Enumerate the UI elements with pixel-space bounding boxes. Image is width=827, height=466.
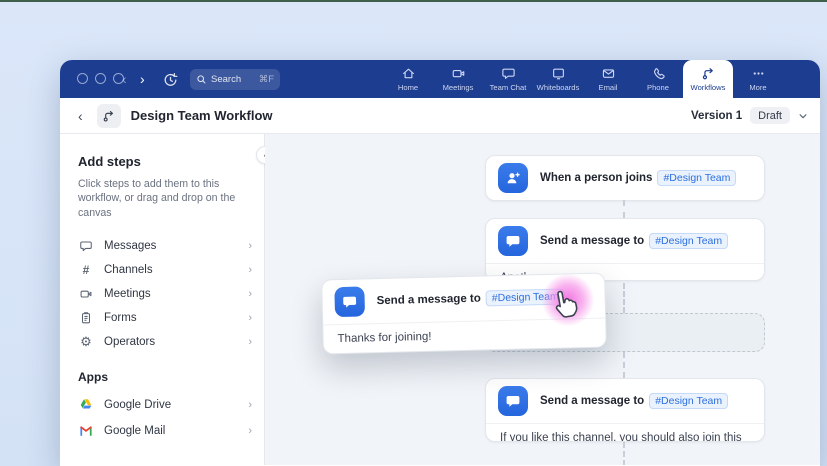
- whiteboard-icon: [551, 66, 566, 81]
- sidebar-item-google-drive[interactable]: Google Drive ›: [78, 392, 252, 418]
- chevron-right-icon: ›: [248, 425, 252, 437]
- chevron-right-icon: ›: [248, 240, 252, 252]
- more-ellipsis-icon: [751, 66, 766, 81]
- sidebar-item-google-mail[interactable]: Google Mail ›: [78, 418, 252, 444]
- nav-forward-button[interactable]: ›: [140, 69, 145, 89]
- operators-gear-icon: ⚙: [78, 335, 94, 348]
- chevron-right-icon: ›: [248, 312, 252, 324]
- workflow-back-button[interactable]: ‹: [78, 108, 83, 124]
- workflow-title: Design Team Workflow: [131, 108, 273, 123]
- workflow-body: Add steps Click steps to add them to thi…: [60, 134, 820, 465]
- connector-line: [623, 283, 625, 313]
- channel-pill: #Design Team: [649, 393, 728, 409]
- home-icon: [401, 66, 416, 81]
- workflow-header: ‹ Design Team Workflow Version 1 Draft: [60, 98, 820, 134]
- tab-whiteboards[interactable]: Whiteboards: [533, 60, 583, 98]
- tab-phone[interactable]: Phone: [633, 60, 683, 98]
- history-icon[interactable]: [162, 70, 180, 88]
- connector-line: [623, 352, 625, 378]
- sidebar-item-channels[interactable]: # Channels ›: [78, 258, 252, 282]
- step-text: Send a message to: [377, 293, 481, 308]
- tab-workflows[interactable]: Workflows: [683, 60, 733, 98]
- forms-clipboard-icon: [78, 311, 94, 325]
- version-chevron-down-icon[interactable]: [798, 111, 808, 121]
- zoom-app-window: ‹ › Search ⌘F: [60, 60, 820, 466]
- tab-meetings[interactable]: Meetings: [433, 60, 483, 98]
- chat-message-icon: [498, 226, 528, 256]
- sidebar-description: Click steps to add them to this workflow…: [78, 177, 250, 220]
- sidebar-item-operators[interactable]: ⚙ Operators ›: [78, 330, 252, 354]
- video-camera-icon: [451, 66, 466, 81]
- channel-pill: #Design Team: [657, 170, 736, 186]
- message-card-1[interactable]: Send a message to #Design Team Another m…: [485, 218, 765, 281]
- chevron-right-icon: ›: [248, 264, 252, 276]
- person-join-icon: [498, 163, 528, 193]
- trigger-card[interactable]: When a person joins #Design Team: [485, 155, 765, 201]
- meetings-camera-icon: [78, 287, 94, 301]
- app-topbar: ‹ › Search ⌘F: [60, 60, 820, 98]
- sidebar-item-meetings[interactable]: Meetings ›: [78, 282, 252, 306]
- add-steps-sidebar: Add steps Click steps to add them to thi…: [60, 134, 265, 465]
- workflow-icon: [701, 66, 716, 81]
- envelope-icon: [601, 66, 616, 81]
- chevron-right-icon: ›: [248, 399, 252, 411]
- google-mail-icon: [78, 424, 94, 437]
- apps-heading: Apps: [78, 370, 252, 384]
- phone-icon: [651, 66, 666, 81]
- message-card-2[interactable]: Send a message to #Design Team If you li…: [485, 378, 765, 442]
- connector-line: [623, 200, 625, 218]
- channels-hash-icon: #: [78, 263, 94, 277]
- workflow-canvas[interactable]: When a person joins #Design Team: [265, 134, 820, 465]
- tab-more[interactable]: More: [733, 60, 783, 98]
- messages-icon: [78, 239, 94, 253]
- version-label: Version 1: [691, 110, 742, 122]
- workflow-type-icon: [97, 104, 121, 128]
- nav-back-button[interactable]: ‹: [122, 69, 127, 89]
- search-shortcut: ⌘F: [259, 74, 274, 85]
- screen-top-edge: [0, 0, 827, 2]
- search-input[interactable]: Search ⌘F: [190, 69, 280, 90]
- sidebar-heading: Add steps: [78, 154, 252, 169]
- step-text: Send a message to: [540, 235, 644, 247]
- chevron-right-icon: ›: [248, 288, 252, 300]
- window-minimize-button[interactable]: [95, 73, 106, 84]
- search-icon: [196, 74, 207, 85]
- search-placeholder: Search: [211, 74, 241, 85]
- channel-pill: #Design Team: [649, 233, 728, 249]
- chat-bubble-icon: [501, 66, 516, 81]
- chat-message-icon: [334, 286, 365, 317]
- sidebar-item-forms[interactable]: Forms ›: [78, 306, 252, 330]
- tab-home[interactable]: Home: [383, 60, 433, 98]
- version-controls: Version 1 Draft: [691, 98, 808, 133]
- status-badge[interactable]: Draft: [750, 107, 790, 124]
- message-body: Thanks for joining!: [323, 319, 606, 354]
- tab-team-chat[interactable]: Team Chat: [483, 60, 533, 98]
- tab-email[interactable]: Email: [583, 60, 633, 98]
- main-nav-tabs: Home Meetings Team Chat: [383, 60, 783, 98]
- window-controls: [77, 73, 124, 84]
- sidebar-item-messages[interactable]: Messages ›: [78, 234, 252, 258]
- window-close-button[interactable]: [77, 73, 88, 84]
- channel-pill: #Design Team: [486, 289, 565, 307]
- chevron-right-icon: ›: [248, 336, 252, 348]
- desktop-background: ‹ › Search ⌘F: [0, 0, 827, 466]
- message-body: If you like this channel, you should als…: [486, 424, 764, 442]
- dragged-message-card[interactable]: Send a message to #Design Team Thanks fo…: [321, 273, 607, 355]
- step-text: Send a message to: [540, 395, 644, 407]
- google-drive-icon: [78, 398, 94, 411]
- connector-line: [623, 442, 625, 465]
- chat-message-icon: [498, 386, 528, 416]
- trigger-text: When a person joins: [540, 172, 652, 184]
